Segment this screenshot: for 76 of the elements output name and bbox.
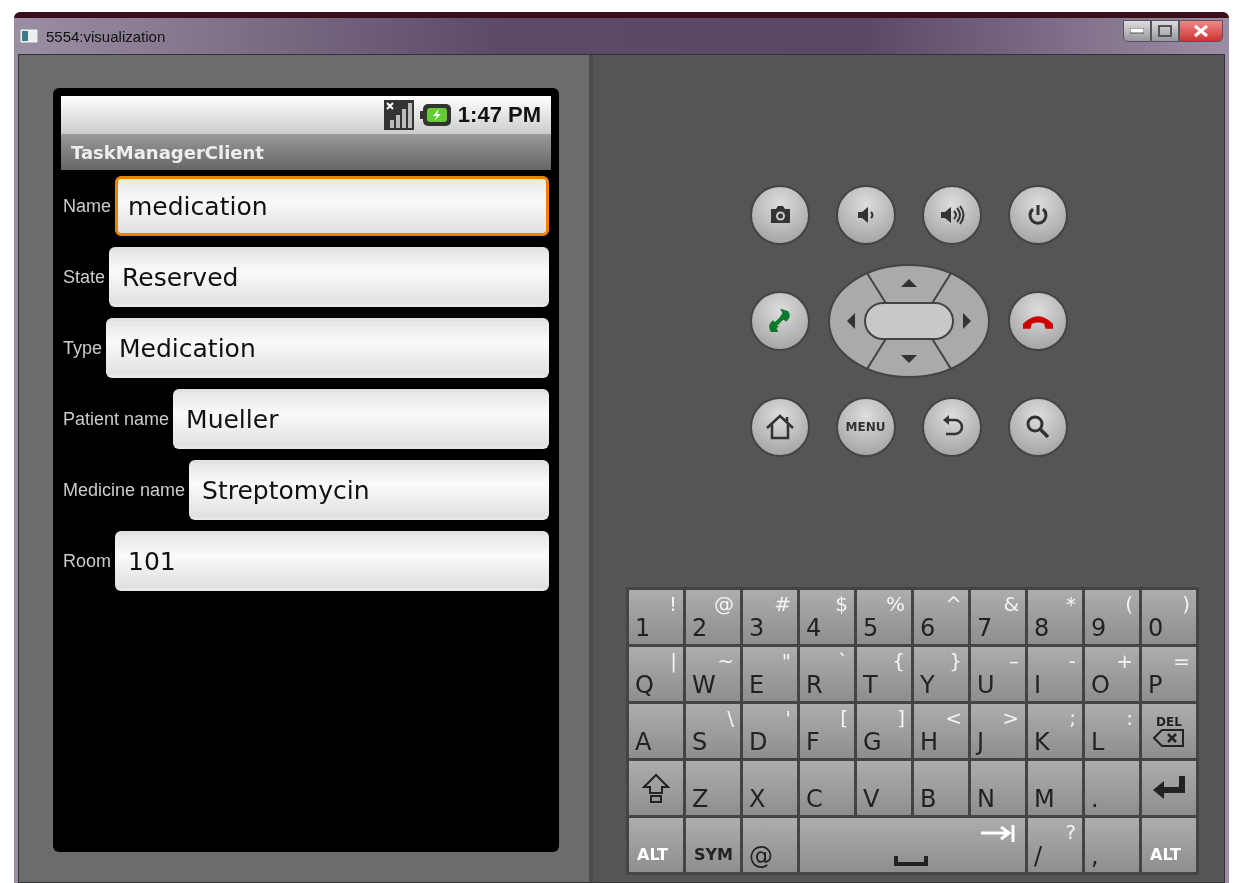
app-icon [20, 29, 38, 43]
window-title: 5554:visualization [46, 27, 166, 45]
keyboard-key[interactable]: V [857, 761, 911, 815]
keyboard-key[interactable]: T { [857, 647, 911, 701]
keyboard-key[interactable]: 7 & [971, 590, 1025, 644]
keyboard-key[interactable]: A [629, 704, 683, 758]
menu-button[interactable]: MENU [835, 397, 896, 457]
keyboard-key[interactable]: 5 % [857, 590, 911, 644]
keyboard-key[interactable]: B [914, 761, 968, 815]
field-label: Type [63, 337, 104, 359]
directional-pad[interactable] [826, 263, 991, 379]
delete-key[interactable]: DEL [1142, 704, 1196, 758]
keyboard-key[interactable]: 1 ! [629, 590, 683, 644]
keyboard-key[interactable]: U – [971, 647, 1025, 701]
text-field[interactable]: Streptomycin [189, 460, 549, 520]
keyboard-key[interactable]: 2 @ [686, 590, 740, 644]
keyboard-key[interactable]: K ; [1028, 704, 1082, 758]
keyboard-key[interactable]: 6 ^ [914, 590, 968, 644]
keyboard-key[interactable]: . [1085, 761, 1139, 815]
keyboard-key[interactable]: @ [743, 818, 797, 872]
field-label: Patient name [63, 408, 171, 430]
text-field[interactable]: 101 [115, 531, 549, 591]
keyboard-key[interactable]: O + [1085, 647, 1139, 701]
keyboard-key[interactable]: C [800, 761, 854, 815]
text-field[interactable]: medication [115, 176, 549, 236]
keyboard-key[interactable]: Q | [629, 647, 683, 701]
field-label: Name [63, 195, 112, 217]
keyboard-key[interactable]: R ` [800, 647, 854, 701]
keyboard-key[interactable]: P = [1142, 647, 1196, 701]
text-field[interactable]: Reserved [109, 247, 549, 307]
keyboard-key[interactable]: 0 ) [1142, 590, 1196, 644]
field-label: State [63, 266, 107, 288]
keyboard-key[interactable]: , [1085, 818, 1139, 872]
keyboard-key[interactable]: 3 # [743, 590, 797, 644]
shift-arrow-icon [642, 773, 670, 803]
keyboard-key[interactable]: 9 ( [1085, 590, 1139, 644]
text-field[interactable]: Mueller [173, 389, 549, 449]
app-title-bar: TaskManagerClient [61, 134, 551, 170]
keyboard-key[interactable]: G ] [857, 704, 911, 758]
keyboard-key[interactable]: SYM [686, 818, 740, 872]
space-bar-icon [894, 856, 928, 866]
minimize-button[interactable] [1123, 20, 1151, 42]
field-label: Medicine name [63, 479, 187, 501]
keyboard-key[interactable]: L : [1085, 704, 1139, 758]
close-button[interactable] [1179, 20, 1223, 42]
keyboard-key[interactable]: Z [686, 761, 740, 815]
keyboard-key[interactable]: ALT [1142, 818, 1196, 872]
enter-key[interactable] [1142, 761, 1196, 815]
tab-arrow-icon [979, 824, 1015, 844]
keyboard-key[interactable]: ALT [629, 818, 683, 872]
keyboard-key[interactable]: I - [1028, 647, 1082, 701]
keyboard-key[interactable]: N [971, 761, 1025, 815]
backspace-icon [1153, 729, 1185, 747]
maximize-icon [1158, 25, 1172, 37]
maximize-button[interactable] [1151, 20, 1179, 42]
minimize-icon [1130, 28, 1144, 34]
keyboard-key[interactable]: D ' [743, 704, 797, 758]
close-icon [1193, 24, 1209, 38]
keyboard-key[interactable]: W ~ [686, 647, 740, 701]
keyboard-key[interactable]: F [ [800, 704, 854, 758]
keyboard-key[interactable]: H < [914, 704, 968, 758]
keyboard-key[interactable]: E " [743, 647, 797, 701]
field-label: Room [63, 550, 112, 572]
keyboard-key[interactable]: J > [971, 704, 1025, 758]
keyboard-key[interactable]: / ? [1028, 818, 1082, 872]
status-time: 1:47 PM [457, 102, 541, 128]
keyboard-key[interactable]: 8 * [1028, 590, 1082, 644]
no-signal-icon [383, 100, 414, 130]
keyboard-key[interactable]: S \ [686, 704, 740, 758]
keyboard-key[interactable]: Y } [914, 647, 968, 701]
shift-key[interactable] [629, 761, 683, 815]
text-field[interactable]: Medication [106, 318, 549, 378]
battery-charging-icon [419, 103, 452, 127]
keyboard-key[interactable]: 4 $ [800, 590, 854, 644]
keyboard-key[interactable]: X [743, 761, 797, 815]
keyboard-key[interactable]: M [1028, 761, 1082, 815]
